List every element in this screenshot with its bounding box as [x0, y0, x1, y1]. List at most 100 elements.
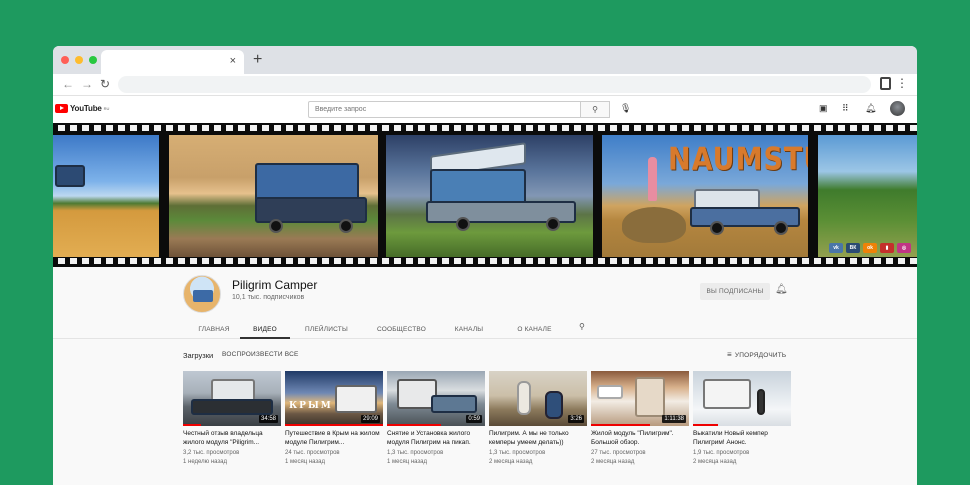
- camper-graphic: [703, 379, 751, 409]
- video-views: 1,3 тыс. просмотров: [387, 450, 444, 456]
- browser-menu-icon[interactable]: ⋮: [896, 76, 908, 90]
- browser-tab[interactable]: ×: [101, 50, 244, 74]
- video-thumbnail[interactable]: КРЫМ 29:09: [285, 371, 383, 426]
- microphone-icon[interactable]: 🎙︎: [620, 103, 631, 114]
- search-button[interactable]: ⚲: [581, 101, 610, 118]
- video-thumbnail[interactable]: 34:58: [183, 371, 281, 426]
- video-title[interactable]: Пилигрим. А мы не только кемперы умеем д…: [489, 430, 587, 447]
- reload-icon[interactable]: ↻: [100, 77, 110, 91]
- channel-search-icon[interactable]: ⚲: [579, 322, 585, 331]
- new-tab-button[interactable]: +: [253, 51, 262, 69]
- wheel-graphic: [774, 221, 788, 235]
- sort-icon: ≡: [727, 350, 732, 359]
- interior-cabinet-graphic: [635, 377, 665, 417]
- truck-graphic: [431, 395, 477, 413]
- banner-frame-trees: vk ВК ok ▮ ◎: [818, 135, 917, 257]
- video-grid: 34:58 Честный отзыв владельца жилого мод…: [183, 371, 791, 466]
- video-card[interactable]: 3:26 Пилигрим. А мы не только кемперы ум…: [489, 371, 587, 466]
- create-video-icon[interactable]: ▣: [819, 103, 828, 114]
- video-title[interactable]: Жилой модуль "Пилигрим". Большой обзор.: [591, 430, 689, 447]
- subscribed-button[interactable]: ВЫ ПОДПИСАНЫ: [700, 283, 770, 300]
- social-link-vk2-icon[interactable]: ВК: [846, 243, 860, 253]
- address-bar[interactable]: [118, 76, 871, 93]
- youtube-header: YouTube RU ⚲ 🎙︎ ▣ ⠿ 🔔︎: [53, 96, 917, 123]
- tab-videos[interactable]: ВИДЕО: [240, 321, 290, 339]
- tab-channels[interactable]: КАНАЛЫ: [440, 321, 498, 339]
- video-thumbnail[interactable]: 0:59: [387, 371, 485, 426]
- video-title[interactable]: Честный отзыв владельца жилого модуля "P…: [183, 430, 281, 447]
- watch-progress: [387, 424, 441, 426]
- video-thumbnail[interactable]: [693, 371, 791, 426]
- video-thumbnail[interactable]: 3:26: [489, 371, 587, 426]
- video-card[interactable]: 0:59 Снятие и Установка жилого модуля Пи…: [387, 371, 485, 466]
- social-links: vk ВК ok ▮ ◎: [829, 243, 911, 253]
- film-sprockets-bottom: [53, 258, 917, 264]
- close-window-dot[interactable]: [61, 56, 69, 64]
- channel-avatar[interactable]: [183, 275, 221, 313]
- banner-frame-sunset: [169, 135, 378, 257]
- video-title[interactable]: Снятие и Установка жилого модуля Пилигри…: [387, 430, 485, 447]
- camper-truck-graphic: [55, 165, 85, 187]
- thumbnail-caption: КРЫМ: [289, 401, 333, 411]
- channel-name: Piligrim Camper: [232, 278, 318, 292]
- notifications-bell-icon[interactable]: 🔔︎: [865, 103, 876, 114]
- search-input[interactable]: [308, 101, 581, 118]
- video-card[interactable]: КРЫМ 29:09 Путешествие в Крым на жилом м…: [285, 371, 383, 466]
- apps-grid-icon[interactable]: ⠿: [842, 103, 849, 114]
- video-title[interactable]: Выкатили Новый кемпер Пилигрим! Анонс.: [693, 430, 791, 447]
- video-age: 2 месяца назад: [693, 458, 737, 465]
- search-icon: ⚲: [592, 105, 598, 114]
- browser-toolbar: ← → ↻ ⋮: [53, 74, 917, 96]
- video-duration: 34:58: [258, 415, 278, 423]
- maximize-window-dot[interactable]: [89, 56, 97, 64]
- social-link-ok-icon[interactable]: ok: [863, 243, 877, 253]
- youtube-logo[interactable]: YouTube RU: [55, 104, 109, 113]
- youtube-play-icon: [55, 104, 68, 113]
- channel-banner: NAUMSTUDIO vk ВК ok ▮ ◎: [53, 123, 917, 267]
- video-age: 1 месяц назад: [387, 458, 427, 465]
- banner-frame-naumstudio: NAUMSTUDIO: [602, 135, 808, 257]
- social-link-vk-icon[interactable]: vk: [829, 243, 843, 253]
- banner-frame-forest: [386, 135, 593, 257]
- tab-close-icon[interactable]: ×: [230, 55, 236, 67]
- youtube-wordmark: YouTube: [70, 104, 102, 113]
- wheel-graphic: [456, 217, 470, 231]
- tab-community[interactable]: СООБЩЕСТВО: [363, 321, 440, 339]
- wheel-graphic: [710, 221, 724, 235]
- back-icon[interactable]: ←: [62, 77, 74, 91]
- sort-button[interactable]: ≡ УПОРЯДОЧИТЬ: [727, 350, 786, 359]
- window-controls: [61, 56, 97, 64]
- tab-home[interactable]: ГЛАВНАЯ: [188, 321, 240, 339]
- forward-icon[interactable]: →: [81, 77, 93, 91]
- clipboard-icon[interactable]: [880, 77, 891, 90]
- play-all-button[interactable]: ВОСПРОИЗВЕСТИ ВСЕ: [222, 351, 299, 358]
- social-link-youtube-icon[interactable]: ▮: [880, 243, 894, 253]
- wheel-graphic: [546, 217, 560, 231]
- social-link-instagram-icon[interactable]: ◎: [897, 243, 911, 253]
- video-age: 2 месяца назад: [591, 458, 635, 465]
- person-graphic: [517, 381, 531, 415]
- interior-window-graphic: [597, 385, 623, 399]
- channel-tabs: ГЛАВНАЯ ВИДЕО ПЛЕЙЛИСТЫ СООБЩЕСТВО КАНАЛ…: [188, 321, 571, 339]
- video-card[interactable]: Выкатили Новый кемпер Пилигрим! Анонс. 1…: [693, 371, 791, 466]
- video-age: 2 месяца назад: [489, 458, 533, 465]
- videos-section: Загрузки ВОСПРОИЗВЕСТИ ВСЕ ≡ УПОРЯДОЧИТЬ …: [53, 339, 917, 485]
- account-avatar[interactable]: [890, 101, 905, 116]
- camper-graphic: [335, 385, 377, 413]
- video-title[interactable]: Путешествие в Крым на жилом модуле Пилиг…: [285, 430, 383, 447]
- notification-bell-icon[interactable]: 🔔︎: [775, 284, 788, 295]
- video-thumbnail[interactable]: 1:11:38: [591, 371, 689, 426]
- video-duration: 3:26: [568, 415, 584, 423]
- tab-playlists[interactable]: ПЛЕЙЛИСТЫ: [290, 321, 363, 339]
- hay-bale-graphic: [622, 207, 686, 243]
- video-card[interactable]: 1:11:38 Жилой модуль "Пилигрим". Большой…: [591, 371, 689, 466]
- youtube-region: RU: [103, 106, 110, 111]
- video-views: 1,9 тыс. просмотров: [693, 450, 750, 456]
- watch-progress: [183, 424, 201, 426]
- video-card[interactable]: 34:58 Честный отзыв владельца жилого мод…: [183, 371, 281, 466]
- tab-about[interactable]: О КАНАЛЕ: [498, 321, 571, 339]
- section-title: Загрузки: [183, 351, 214, 360]
- subscriber-count: 10,1 тыс. подписчиков: [232, 294, 305, 301]
- minimize-window-dot[interactable]: [75, 56, 83, 64]
- person-graphic: [545, 391, 563, 419]
